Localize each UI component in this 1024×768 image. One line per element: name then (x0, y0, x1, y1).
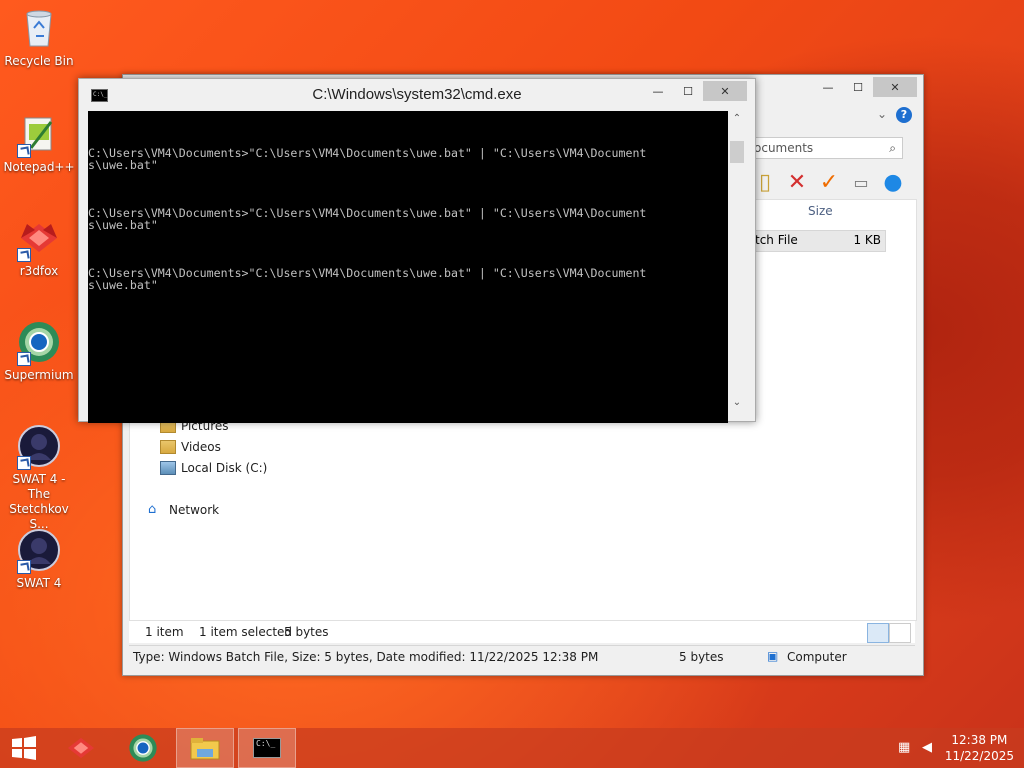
desktop-icon-label: Notepad++ (3, 160, 75, 174)
desktop-icon-label: SWAT 4 - The Stetchkov S... (9, 472, 69, 531)
drive-icon (160, 461, 176, 475)
taskbar-cmd[interactable]: C:\_ (238, 728, 296, 768)
checkmark-icon[interactable]: ✓ (817, 170, 841, 195)
network-icon: ⌂ (148, 502, 157, 517)
swat4-stetchkov-icon (17, 424, 61, 470)
search-icon: ⌕ (889, 141, 896, 155)
taskbar-file-explorer[interactable] (176, 728, 234, 768)
shortcut-arrow-icon (17, 144, 31, 158)
desktop-icon-label: Recycle Bin (4, 54, 74, 68)
desktop-icon-notepad-plus-plus[interactable]: Notepad++ (0, 112, 78, 175)
recycle-bin-icon (17, 6, 61, 50)
file-row[interactable]: tch File 1 KB (754, 230, 886, 252)
details-view-button[interactable] (867, 623, 889, 643)
explorer-window-controls: — ☐ ✕ (813, 77, 917, 97)
details-bar: Type: Windows Batch File, Size: 5 bytes,… (129, 645, 915, 668)
taskbar: C:\_ ▦ ◀ 12:38 PM 11/22/2025 (0, 728, 1024, 768)
nav-item-local-disk[interactable]: Local Disk (C:) (160, 458, 267, 478)
delete-icon[interactable]: ✕ (785, 170, 809, 195)
volume-muted-icon[interactable]: ◀ (922, 740, 938, 756)
cmd-title-bar[interactable]: C:\_ C:\Windows\system32\cmd.exe — ☐ ✕ (79, 79, 755, 109)
console-line: C:\Users\VM4\Documents>"C:\Users\VM4\Doc… (88, 206, 647, 232)
supermium-icon (17, 320, 61, 366)
paste-icon[interactable]: ▯ (753, 170, 777, 195)
cmd-icon: C:\_ (253, 738, 281, 758)
r3dfox-icon (17, 216, 61, 262)
shortcut-arrow-icon (17, 352, 31, 366)
desktop-icon-swat4[interactable]: SWAT 4 (0, 528, 78, 591)
desktop-icon-label: r3dfox (19, 264, 59, 278)
desktop-icon-label: Supermium (4, 368, 74, 382)
explorer-nav-bar: ⌄ ? (753, 105, 918, 127)
maximize-button[interactable]: ☐ (843, 77, 873, 97)
file-type: tch File (755, 233, 798, 247)
chevron-down-icon[interactable]: ⌄ (729, 395, 745, 411)
console-line: C:\Users\VM4\Documents>"C:\Users\VM4\Doc… (88, 266, 647, 292)
videos-folder-icon (160, 440, 176, 454)
chevron-up-icon[interactable]: ⌃ (729, 111, 745, 127)
shortcut-arrow-icon (17, 560, 31, 574)
nav-item-label: Local Disk (C:) (181, 461, 268, 475)
desktop-icon-swat4-stetchkov[interactable]: SWAT 4 - The Stetchkov S... (0, 424, 78, 532)
scrollbar-thumb[interactable] (730, 141, 744, 163)
desktop-icon-label: SWAT 4 (16, 576, 62, 590)
notepad-plus-plus-icon (17, 112, 61, 158)
minimize-button[interactable]: — (813, 77, 843, 97)
shortcut-arrow-icon (17, 248, 31, 262)
cmd-console-output[interactable]: C:\Users\VM4\Documents>"C:\Users\VM4\Doc… (88, 111, 728, 423)
clock-time: 12:38 PM (951, 733, 1008, 747)
start-button[interactable] (0, 728, 48, 768)
network-tray-icon[interactable]: ▦ (898, 740, 914, 756)
search-input[interactable]: ocuments ⌕ (753, 137, 903, 159)
minimize-button[interactable]: — (643, 81, 673, 101)
cmd-scrollbar[interactable]: ⌃ ⌄ (729, 111, 745, 411)
close-button[interactable]: ✕ (703, 81, 747, 101)
maximize-button[interactable]: ☐ (673, 81, 703, 101)
details-location: Computer (787, 650, 847, 664)
network-globe-icon[interactable]: ● (881, 170, 905, 195)
swat4-icon (17, 528, 61, 574)
chevron-down-icon[interactable]: ⌄ (877, 107, 887, 121)
console-line: C:\Users\VM4\Documents>"C:\Users\VM4\Doc… (88, 146, 647, 172)
status-bar: 1 item 1 item selected 5 bytes (129, 621, 915, 643)
taskbar-r3dfox[interactable] (52, 728, 110, 768)
properties-icon[interactable]: ▭ (849, 170, 873, 194)
file-details-text: Type: Windows Batch File, Size: 5 bytes,… (133, 650, 599, 664)
taskbar-supermium[interactable] (114, 728, 172, 768)
close-button[interactable]: ✕ (873, 77, 917, 97)
selected-size: 5 bytes (284, 625, 329, 639)
desktop-icon-supermium[interactable]: Supermium (0, 320, 78, 383)
file-explorer-icon (190, 738, 220, 760)
cmd-window[interactable]: C:\_ C:\Windows\system32\cmd.exe — ☐ ✕ C… (78, 78, 756, 423)
computer-icon: ▣ (767, 649, 779, 663)
search-placeholder: ocuments (754, 141, 814, 155)
clock-date: 11/22/2025 (944, 749, 1014, 763)
nav-item-network[interactable]: ⌂ Network (148, 500, 219, 520)
desktop-icon-recycle-bin[interactable]: Recycle Bin (0, 6, 78, 69)
nav-item-videos[interactable]: Videos (160, 437, 221, 457)
windows-logo-icon (12, 736, 36, 760)
supermium-icon (129, 734, 157, 762)
file-size: 1 KB (853, 233, 881, 247)
nav-item-label: Network (169, 503, 220, 517)
help-icon[interactable]: ? (896, 107, 912, 123)
selected-count: 1 item selected (199, 625, 293, 639)
details-size: 5 bytes (679, 650, 724, 664)
large-icons-view-button[interactable] (889, 623, 911, 643)
cmd-window-controls: — ☐ ✕ (643, 81, 747, 101)
item-count: 1 item (145, 625, 184, 639)
nav-item-label: Videos (181, 440, 221, 454)
shortcut-arrow-icon (17, 456, 31, 470)
r3dfox-icon (68, 737, 94, 759)
explorer-toolbar: ▯ ✕ ✓ ▭ ● (753, 169, 905, 195)
clock[interactable]: 12:38 PM 11/22/2025 (945, 732, 1014, 764)
desktop-icon-r3dfox[interactable]: r3dfox (0, 216, 78, 279)
column-header-size[interactable]: Size (808, 204, 833, 218)
